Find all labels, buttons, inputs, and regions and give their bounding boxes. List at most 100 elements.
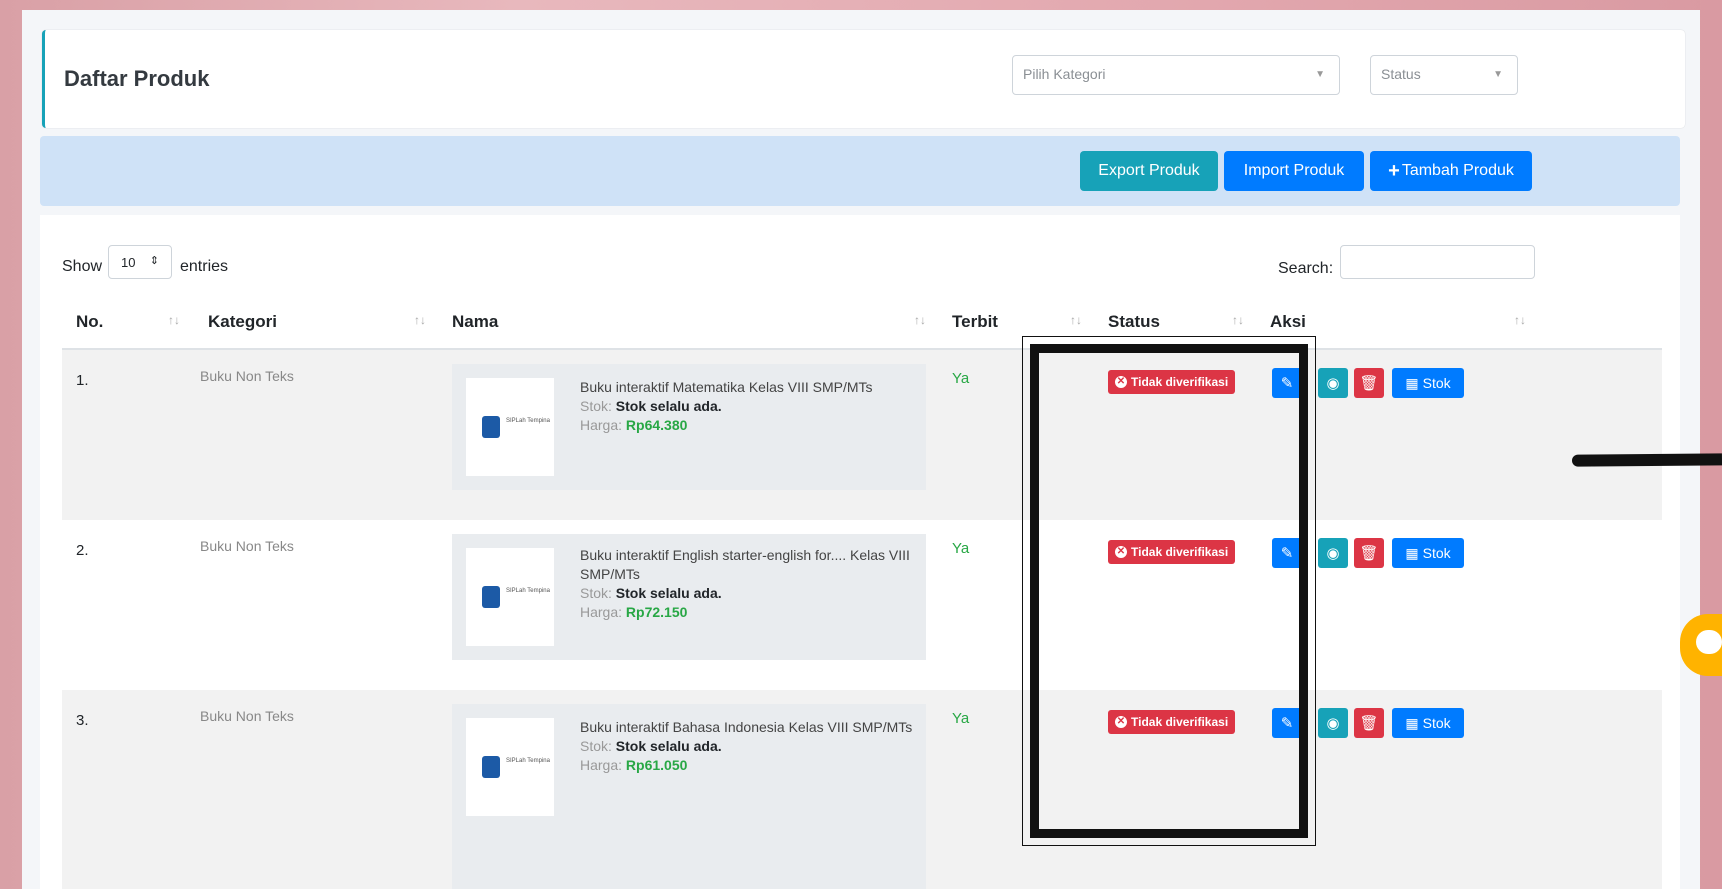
delete-button[interactable]: 🗑 [1354,708,1384,738]
product-info: Buku interaktif English starter-english … [580,546,920,622]
product-stock-line: Stok: Stok selalu ada. [580,397,920,416]
sort-icon[interactable]: ↑↓ [914,313,926,327]
category-select-placeholder: Pilih Kategori [1023,66,1106,82]
stok-label: Stok: [580,738,612,754]
stock-button-label: Stok [1422,375,1451,391]
status-highlight-frame-inner [1030,344,1308,838]
page-title: Daftar Produk [64,66,210,91]
price-value: Rp72.150 [625,604,688,620]
stock-icon: ▦ [1405,544,1419,561]
product-thumbnail: SIPLah Tempina [466,378,554,476]
column-header-terbit[interactable]: Terbit [952,312,998,332]
search-label: Search: [1278,260,1334,277]
siplah-logo-icon [482,756,500,778]
chat-icon [1696,630,1722,654]
product-thumbnail: SIPLah Tempina [466,718,554,816]
entries-label: entries [180,258,229,275]
terbit-value: Ya [952,370,970,387]
product-name: Buku interaktif Bahasa Indonesia Kelas V… [580,719,913,735]
import-button[interactable]: Import Produk [1224,151,1364,191]
logo-text: SIPLah Tempina [506,758,550,764]
row-category: Buku Non Teks [200,708,294,724]
stok-label: Stok: [580,398,612,414]
entries-length-value: 10 [121,255,136,270]
product-info: Buku interaktif Matematika Kelas VIII SM… [580,378,920,435]
price-value: Rp64.380 [625,417,688,433]
product-name: Buku interaktif Matematika Kelas VIII SM… [580,379,873,395]
sort-icon[interactable]: ↑↓ [168,313,180,327]
product-card: SIPLah Tempina Buku interaktif Bahasa In… [452,704,926,889]
sort-icon[interactable]: ↑↓ [1232,313,1244,327]
stock-button-label: Stok [1422,715,1451,731]
siplah-logo-icon [482,586,500,608]
delete-button[interactable]: 🗑 [1354,538,1384,568]
logo-text: SIPLah Tempina [506,418,550,424]
harga-label: Harga: [580,604,623,620]
sort-arrows-icon: ⇕ [149,255,159,267]
eye-icon: ◉ [1326,715,1340,732]
trash-icon: 🗑 [1359,545,1379,562]
category-select[interactable]: Pilih Kategori ▼ [1012,55,1340,95]
sort-icon[interactable]: ↑↓ [414,313,426,327]
status-select[interactable]: Status ▼ [1370,55,1518,95]
export-button[interactable]: Export Produk [1080,151,1218,191]
harga-label: Harga: [580,757,623,773]
siplah-logo-icon [482,416,500,438]
view-button[interactable]: ◉ [1318,708,1348,738]
stock-button[interactable]: ▦ Stok [1392,538,1464,568]
stock-button-label: Stok [1422,545,1451,561]
column-header-status[interactable]: Status [1108,312,1160,332]
view-button[interactable]: ◉ [1318,368,1348,398]
sort-icon[interactable]: ↑↓ [1070,313,1082,327]
chevron-down-icon: ▼ [1315,69,1325,80]
status-select-placeholder: Status [1381,66,1421,82]
product-stock-line: Stok: Stok selalu ada. [580,584,920,603]
terbit-value: Ya [952,540,970,557]
add-product-button[interactable]: + Tambah Produk [1370,151,1532,191]
column-header-no[interactable]: No. [76,312,103,332]
stock-button[interactable]: ▦ Stok [1392,368,1464,398]
column-header-nama[interactable]: Nama [452,312,498,332]
search-input[interactable] [1340,245,1535,279]
product-price-line: Harga: Rp72.150 [580,603,920,622]
product-name: Buku interaktif English starter-english … [580,547,910,582]
column-header-aksi[interactable]: Aksi [1270,312,1306,332]
column-header-kategori[interactable]: Kategori [208,312,277,332]
product-thumbnail: SIPLah Tempina [466,548,554,646]
harga-label: Harga: [580,417,623,433]
delete-button[interactable]: 🗑 [1354,368,1384,398]
plus-icon: + [1388,159,1400,182]
eye-icon: ◉ [1326,545,1340,562]
sort-icon[interactable]: ↑↓ [1514,313,1526,327]
terbit-value: Ya [952,710,970,727]
trash-icon: 🗑 [1359,715,1379,732]
stock-icon: ▦ [1405,714,1419,731]
show-label: Show [62,258,103,275]
chevron-down-icon: ▼ [1493,69,1503,80]
stok-value: Stok selalu ada. [615,398,722,414]
stok-label: Stok: [580,585,612,601]
stok-value: Stok selalu ada. [615,738,722,754]
eye-icon: ◉ [1326,375,1340,392]
annotation-stroke [1571,453,1722,467]
row-category: Buku Non Teks [200,368,294,384]
product-card: SIPLah Tempina Buku interaktif Matematik… [452,364,926,490]
row-number: 3. [76,712,89,729]
stok-value: Stok selalu ada. [615,585,722,601]
stock-icon: ▦ [1405,374,1419,391]
stock-button[interactable]: ▦ Stok [1392,708,1464,738]
trash-icon: 🗑 [1359,375,1379,392]
entries-length-select[interactable]: 10 ⇕ [108,245,172,279]
import-button-label: Import Produk [1243,162,1345,179]
row-category: Buku Non Teks [200,538,294,554]
row-number: 1. [76,372,89,389]
product-card: SIPLah Tempina Buku interaktif English s… [452,534,926,660]
view-button[interactable]: ◉ [1318,538,1348,568]
row-number: 2. [76,542,89,559]
product-price-line: Harga: Rp64.380 [580,416,920,435]
price-value: Rp61.050 [625,757,688,773]
product-stock-line: Stok: Stok selalu ada. [580,737,920,756]
product-price-line: Harga: Rp61.050 [580,756,920,775]
add-product-label: Tambah Produk [1401,162,1514,179]
logo-text: SIPLah Tempina [506,588,550,594]
